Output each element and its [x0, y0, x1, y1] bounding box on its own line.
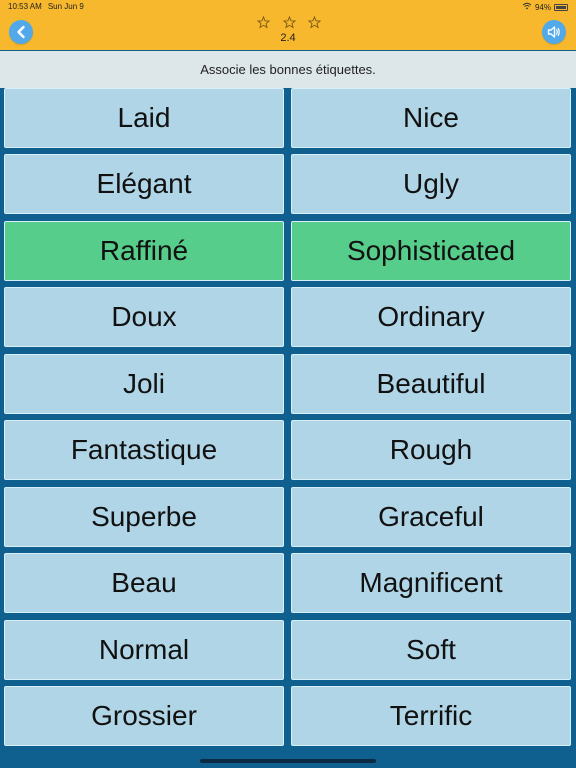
battery-icon: [554, 3, 568, 11]
french-word-card[interactable]: Raffiné: [4, 221, 284, 281]
french-word-card[interactable]: Joli: [4, 354, 284, 414]
english-word-card[interactable]: Soft: [291, 620, 571, 680]
pair-row: Grossier Terrific: [0, 686, 576, 752]
status-date: Sun Jun 9: [47, 2, 84, 11]
wifi-icon: [522, 2, 532, 12]
instruction-text: Associe les bonnes étiquettes.: [0, 51, 576, 88]
star-outline-icon: [282, 16, 296, 29]
home-indicator[interactable]: [200, 759, 376, 763]
pair-row: Raffiné Sophisticated: [0, 221, 576, 287]
english-word-card[interactable]: Ordinary: [291, 287, 571, 347]
english-word-card[interactable]: Magnificent: [291, 553, 571, 613]
english-word-card[interactable]: Nice: [291, 88, 571, 148]
score-value: 2.4: [280, 32, 296, 44]
english-word-card[interactable]: Ugly: [291, 154, 571, 214]
battery-percent: 94%: [534, 2, 551, 12]
pair-row: Beau Magnificent: [0, 553, 576, 619]
french-word-card[interactable]: Normal: [4, 620, 284, 680]
sound-button[interactable]: [542, 20, 566, 44]
french-word-card[interactable]: Laid: [4, 88, 284, 148]
status-right: 94%: [522, 2, 568, 12]
star-outline-icon: [257, 16, 270, 29]
top-bar: 2.4: [0, 13, 576, 50]
pair-row: Normal Soft: [0, 620, 576, 686]
speaker-icon: [547, 26, 560, 38]
status-left: 10:53 AM Sun Jun 9: [8, 2, 84, 11]
star-outline-icon: [308, 16, 321, 29]
pair-row: Doux Ordinary: [0, 287, 576, 353]
french-word-card[interactable]: Superbe: [4, 487, 284, 547]
french-word-card[interactable]: Elégant: [4, 154, 284, 214]
french-word-card[interactable]: Beau: [4, 553, 284, 613]
pair-row: Elégant Ugly: [0, 154, 576, 220]
french-word-card[interactable]: Grossier: [4, 686, 284, 746]
chevron-left-icon: [17, 25, 25, 39]
back-button[interactable]: [9, 20, 33, 44]
status-time: 10:53 AM: [8, 2, 42, 11]
english-word-card[interactable]: Sophisticated: [291, 221, 571, 281]
matching-grid: Laid Nice Elégant Ugly Raffiné Sophistic…: [0, 88, 576, 755]
english-word-card[interactable]: Beautiful: [291, 354, 571, 414]
pair-row: Joli Beautiful: [0, 354, 576, 420]
status-bar: 10:53 AM Sun Jun 9 94%: [0, 0, 576, 13]
english-word-card[interactable]: Graceful: [291, 487, 571, 547]
pair-row: Fantastique Rough: [0, 420, 576, 486]
star-rating: [257, 16, 321, 30]
english-word-card[interactable]: Terrific: [291, 686, 571, 746]
french-word-card[interactable]: Doux: [4, 287, 284, 347]
french-word-card[interactable]: Fantastique: [4, 420, 284, 480]
pair-row: Laid Nice: [0, 88, 576, 154]
english-word-card[interactable]: Rough: [291, 420, 571, 480]
pair-row: Superbe Graceful: [0, 487, 576, 553]
